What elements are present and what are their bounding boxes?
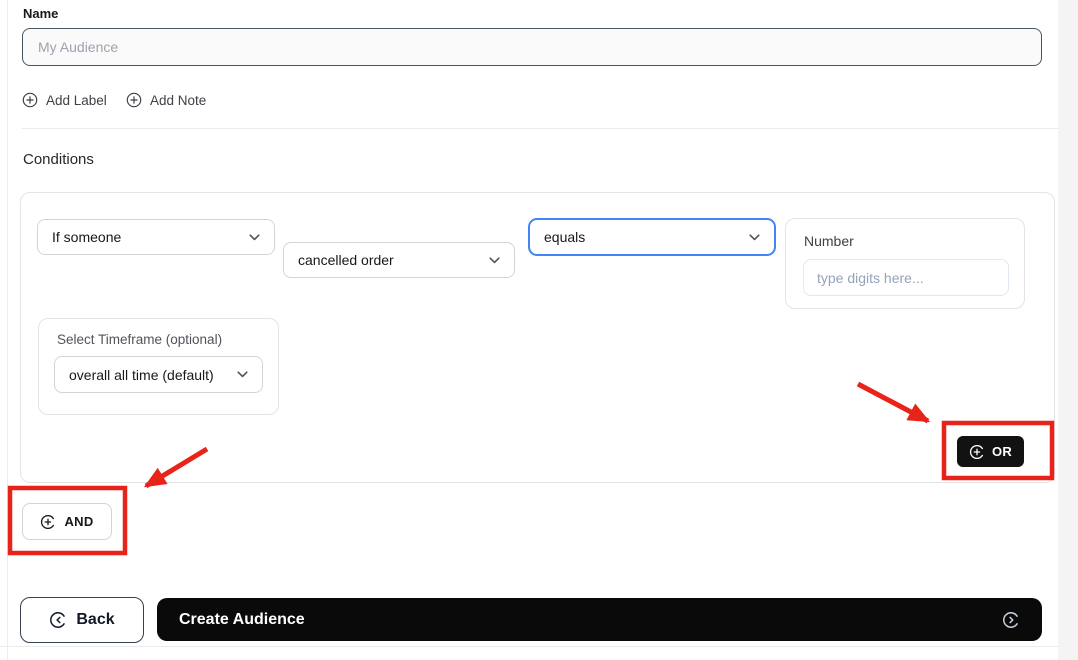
add-label-button[interactable]: Add Label xyxy=(22,92,107,108)
circle-plus-open-icon xyxy=(969,444,985,460)
operator-select-value: equals xyxy=(544,229,586,245)
chevron-down-icon xyxy=(249,233,260,241)
create-audience-button[interactable]: Create Audience xyxy=(157,598,1042,641)
back-button-text: Back xyxy=(76,611,115,628)
chevron-down-icon xyxy=(749,233,760,241)
timeframe-select-value: overall all time (default) xyxy=(69,366,214,383)
add-or-condition-button[interactable]: OR xyxy=(957,436,1024,467)
operator-select[interactable]: equals xyxy=(528,218,776,256)
timeframe-label: Select Timeframe (optional) xyxy=(57,332,223,347)
add-label-text: Add Label xyxy=(46,92,107,108)
circle-plus-icon xyxy=(126,92,142,108)
number-value-input[interactable] xyxy=(803,259,1009,296)
name-field-label: Name xyxy=(23,6,59,21)
page-background-strip xyxy=(1058,0,1078,660)
create-audience-page: Name Add Label Add Note Conditions If so… xyxy=(0,0,1078,660)
or-button-text: OR xyxy=(991,444,1013,459)
number-value-card: Number xyxy=(785,218,1025,309)
section-divider xyxy=(22,128,1058,129)
add-note-button[interactable]: Add Note xyxy=(126,92,206,108)
card-left-edge xyxy=(7,0,8,660)
back-button[interactable]: Back xyxy=(20,597,144,643)
create-audience-text: Create Audience xyxy=(179,610,305,628)
event-select-value: cancelled order xyxy=(298,252,394,268)
add-note-text: Add Note xyxy=(150,92,207,108)
chevron-right-circle-icon xyxy=(1002,611,1020,629)
footer-divider xyxy=(0,646,1058,647)
add-and-condition-button[interactable]: AND xyxy=(22,503,112,540)
conditions-heading: Conditions xyxy=(23,151,94,168)
audience-name-input[interactable] xyxy=(22,28,1042,66)
circle-plus-open-icon xyxy=(40,514,56,530)
event-select[interactable]: cancelled order xyxy=(283,242,515,278)
subject-select[interactable]: If someone xyxy=(37,219,275,255)
and-button-text: AND xyxy=(64,514,94,529)
subject-select-value: If someone xyxy=(52,229,122,245)
chevron-down-icon xyxy=(237,371,248,378)
chevron-down-icon xyxy=(489,256,500,264)
circle-plus-icon xyxy=(22,92,38,108)
number-label: Number xyxy=(804,233,854,249)
chevron-left-circle-icon xyxy=(49,611,67,629)
timeframe-select[interactable]: overall all time (default) xyxy=(54,356,263,393)
